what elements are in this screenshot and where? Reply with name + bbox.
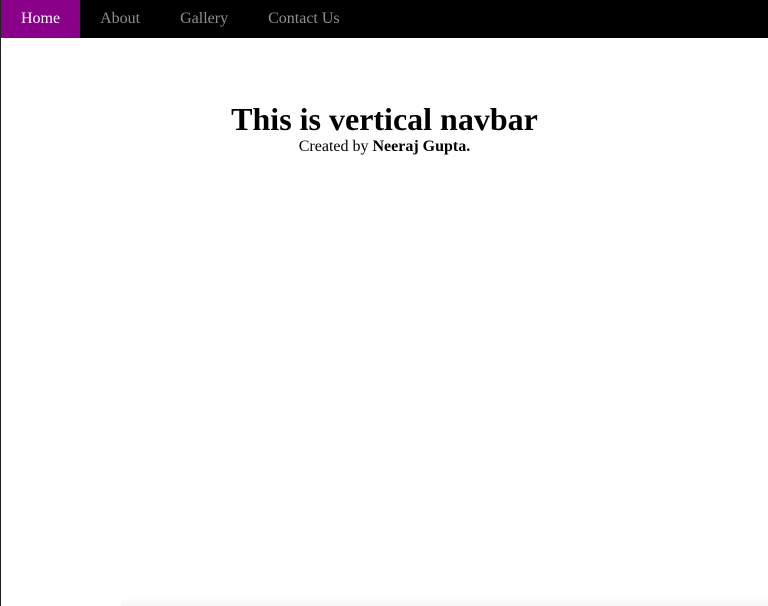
- credit-line: Created by Neeraj Gupta.: [1, 138, 768, 156]
- credit-prefix: Created by: [298, 138, 373, 155]
- hero-section: This is vertical navbar Created by Neera…: [1, 100, 768, 156]
- nav-item-about[interactable]: About: [80, 0, 160, 38]
- top-navbar: Home About Gallery Contact Us: [1, 0, 768, 38]
- nav-item-home[interactable]: Home: [1, 0, 81, 38]
- page: Home About Gallery Contact Us This is ve…: [0, 0, 768, 606]
- nav-item-contact-us[interactable]: Contact Us: [248, 0, 360, 38]
- nav-item-gallery[interactable]: Gallery: [160, 0, 248, 38]
- page-title: This is vertical navbar: [231, 101, 538, 137]
- bottom-shadow: [121, 598, 768, 606]
- credit-author: Neeraj Gupta.: [372, 138, 471, 155]
